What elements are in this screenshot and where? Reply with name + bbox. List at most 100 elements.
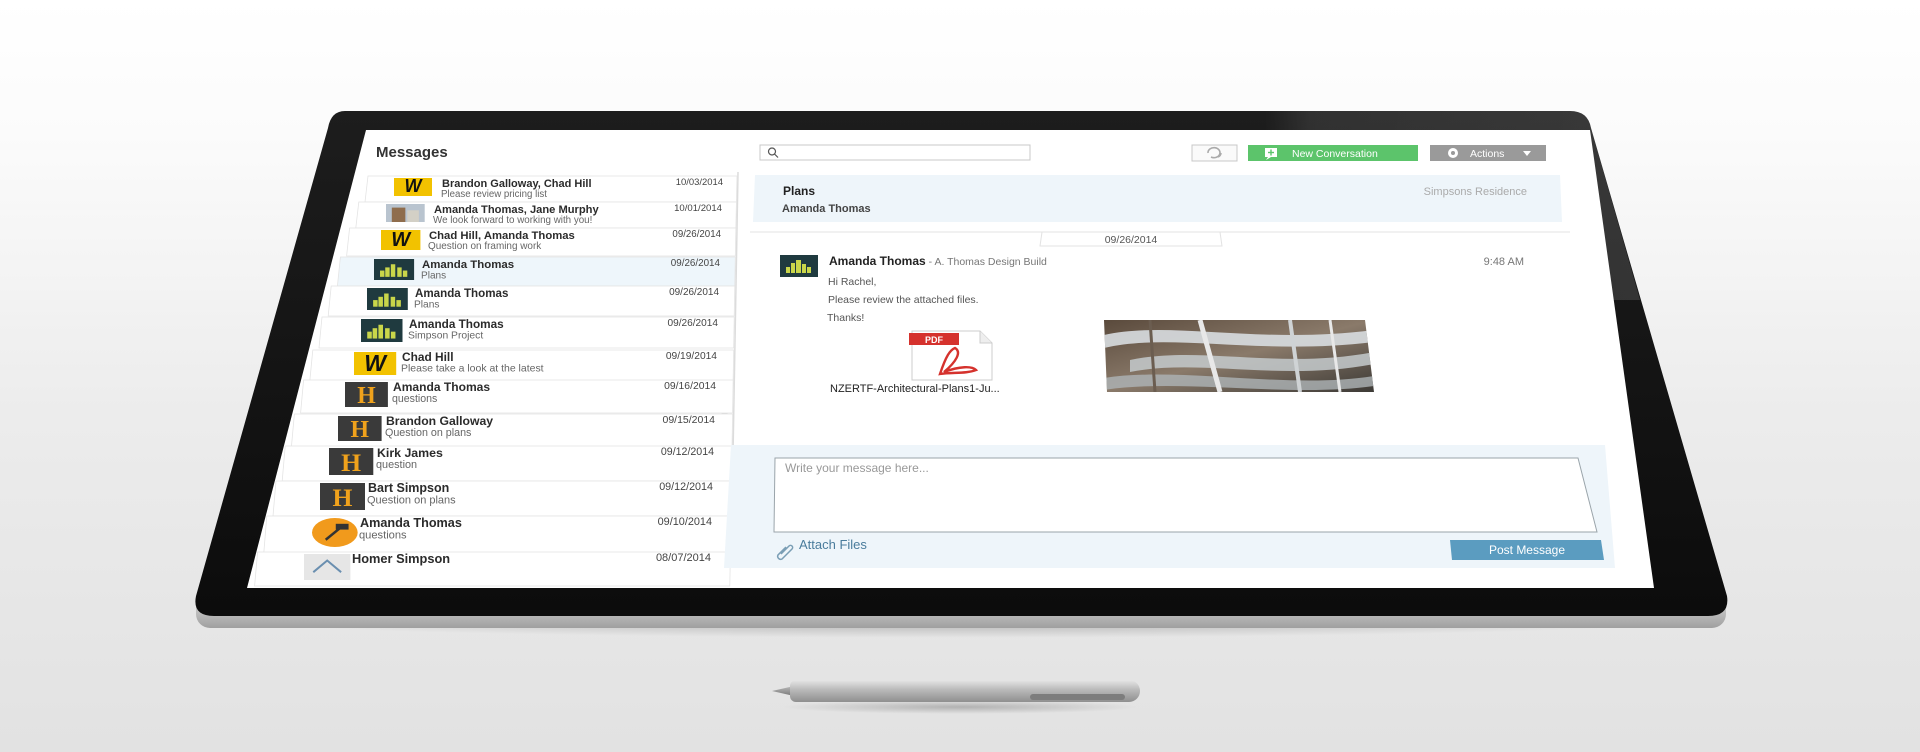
svg-text:H: H (357, 383, 376, 409)
h-logo-icon: H (320, 483, 365, 512)
pdf-attachment[interactable]: PDF NZERTF-Architectural-Plans1-Ju... (830, 330, 1000, 395)
conversation-name: Amanda Thomas (422, 259, 514, 271)
conversation-name: Homer Simpson (352, 551, 450, 566)
conversation-preview: question (376, 459, 417, 471)
message-line-1: Hi Rachel, (828, 276, 876, 288)
pen-shadow (780, 700, 1140, 714)
conversation-row[interactable]: Amanda Thomas, Jane MurphyWe look forwar… (355, 201, 737, 229)
svg-text:New Conversation: New Conversation (1292, 148, 1378, 160)
conversation-preview: Question on plans (367, 494, 456, 506)
message-placeholder: Write your message here... (785, 461, 929, 475)
image-attachment[interactable] (1104, 320, 1374, 392)
search-input[interactable] (759, 144, 1031, 161)
conversation-name: Kirk James (377, 446, 443, 460)
messages-app: Messages New Conversation Actions W Bran… (254, 144, 1615, 587)
svg-text:Actions: Actions (1470, 148, 1504, 160)
conversation-date: 08/07/2014 (656, 552, 711, 564)
h-logo-icon: H (345, 382, 388, 409)
conversation-row[interactable]: H Kirk Jamesquestion 09/12/2014 (281, 445, 733, 482)
conversation-preview: Question on plans (385, 427, 471, 439)
house-logo-icon (304, 554, 351, 580)
conversation-date: 09/26/2014 (672, 229, 721, 240)
conversation-preview: We look forward to working with you! (433, 215, 592, 226)
conversation-row[interactable]: Amanda Thomasquestions 09/10/2014 (263, 515, 732, 554)
message-line-2: Please review the attached files. (828, 294, 979, 306)
conversation-preview: Please take a look at the latest (401, 364, 544, 375)
message-line-3: Thanks! (827, 312, 864, 324)
conversation-date: 09/12/2014 (661, 446, 714, 458)
svg-text:Attach Files: Attach Files (799, 537, 867, 552)
svg-text:H: H (351, 417, 370, 443)
building-photo-icon (386, 204, 425, 222)
conversation-row[interactable]: W Chad HillPlease take a look at the late… (309, 349, 735, 382)
skyline-logo-icon (367, 288, 408, 310)
thread-project: Simpsons Residence (1424, 186, 1527, 198)
new-conversation-button[interactable]: New Conversation (1248, 145, 1418, 161)
conversation-name: Amanda Thomas (409, 318, 504, 331)
conversation-row[interactable]: Amanda ThomasPlans 09/26/2014 (327, 285, 736, 317)
skyline-logo-icon (361, 319, 403, 342)
conversation-row[interactable]: H Bart SimpsonQuestion on plans 09/12/2014 (272, 480, 732, 517)
conversation-preview: Plans (421, 270, 446, 281)
svg-text:Post Message: Post Message (1489, 543, 1565, 557)
conversation-preview: Please review pricing list (441, 189, 547, 200)
thread-participant: Amanda Thomas (782, 203, 871, 215)
conversation-preview: questions (359, 529, 407, 541)
stylus-clip (1030, 694, 1125, 700)
conversation-row[interactable]: Homer Simpson 08/07/2014 (254, 551, 731, 587)
message-sender: Amanda Thomas - A. Thomas Design Build (829, 254, 1047, 268)
conversation-date: 09/26/2014 (671, 258, 721, 269)
conversation-row[interactable]: Amanda ThomasSimpson Project 09/26/2014 (318, 316, 735, 349)
sender-avatar (780, 255, 818, 277)
conversation-date: 09/26/2014 (669, 287, 719, 298)
conversation-name: Bart Simpson (368, 481, 449, 495)
svg-text:09/26/2014: 09/26/2014 (1105, 234, 1158, 246)
compose-area: Write your message here... Attach Files … (724, 445, 1615, 568)
conversation-row[interactable]: H Brandon GallowayQuestion on plans 09/15/… (290, 413, 734, 448)
conversation-preview: Question on framing work (428, 241, 541, 252)
date-separator: 09/26/2014 (750, 231, 1570, 247)
svg-text:W: W (405, 176, 424, 196)
h-logo-icon: H (338, 416, 382, 443)
conversation-date: 09/26/2014 (667, 318, 718, 329)
conversation-date: 09/10/2014 (658, 516, 712, 528)
message-time: 9:48 AM (1484, 256, 1524, 268)
conversation-date: 09/15/2014 (663, 415, 716, 426)
conversation-preview: questions (392, 393, 437, 405)
conversation-row[interactable]: W Chad Hill, Amanda ThomasQuestion on fra… (346, 227, 737, 257)
conversation-name: Chad Hill (402, 350, 454, 364)
conversation-date: 09/16/2014 (664, 381, 716, 392)
svg-text:W: W (391, 229, 412, 251)
conversation-date: 09/12/2014 (659, 481, 713, 493)
conversation-date: 10/03/2014 (676, 177, 723, 188)
message: Amanda Thomas - A. Thomas Design Build 9… (780, 254, 1524, 395)
pdf-file-icon: PDF (909, 330, 993, 381)
svg-text:H: H (341, 448, 361, 477)
conversation-date: 09/19/2014 (666, 351, 717, 362)
gear-icon (1448, 148, 1458, 158)
w-logo-icon: W (394, 176, 432, 196)
h-logo-icon: H (329, 448, 374, 477)
svg-text:W: W (364, 350, 388, 376)
post-message-button[interactable]: Post Message (1450, 540, 1604, 560)
w-logo-icon: W (354, 350, 397, 376)
conversation-name: Amanda Thomas (360, 516, 462, 530)
attachment-filename: NZERTF-Architectural-Plans1-Ju... (830, 383, 1000, 395)
conversation-date: 10/01/2014 (674, 203, 723, 214)
conversation-name: Brandon Galloway (386, 414, 493, 428)
svg-text:H: H (333, 483, 353, 512)
refresh-button[interactable] (1191, 144, 1238, 162)
conversation-row[interactable]: H Amanda Thomasquestions09/16/2014 (300, 379, 734, 414)
thread-subject: Plans (783, 184, 815, 198)
conversation-list: W Brandon Galloway, Chad HillPlease revie… (254, 175, 738, 587)
conversation-row[interactable]: Amanda ThomasPlans 09/26/2014 (336, 256, 736, 287)
page-title: Messages (376, 144, 448, 161)
conversation-preview: Simpson Project (408, 331, 483, 342)
conversation-preview: Plans (414, 299, 439, 310)
actions-button[interactable]: Actions (1430, 145, 1546, 161)
hammer-logo-icon (312, 518, 358, 547)
w-logo-icon: W (381, 229, 421, 251)
skyline-logo-icon (374, 259, 415, 280)
thread-header: Plans Amanda Thomas Simpsons Residence (753, 175, 1562, 222)
conversation-row[interactable]: W Brandon Galloway, Chad HillPlease revie… (364, 175, 738, 203)
